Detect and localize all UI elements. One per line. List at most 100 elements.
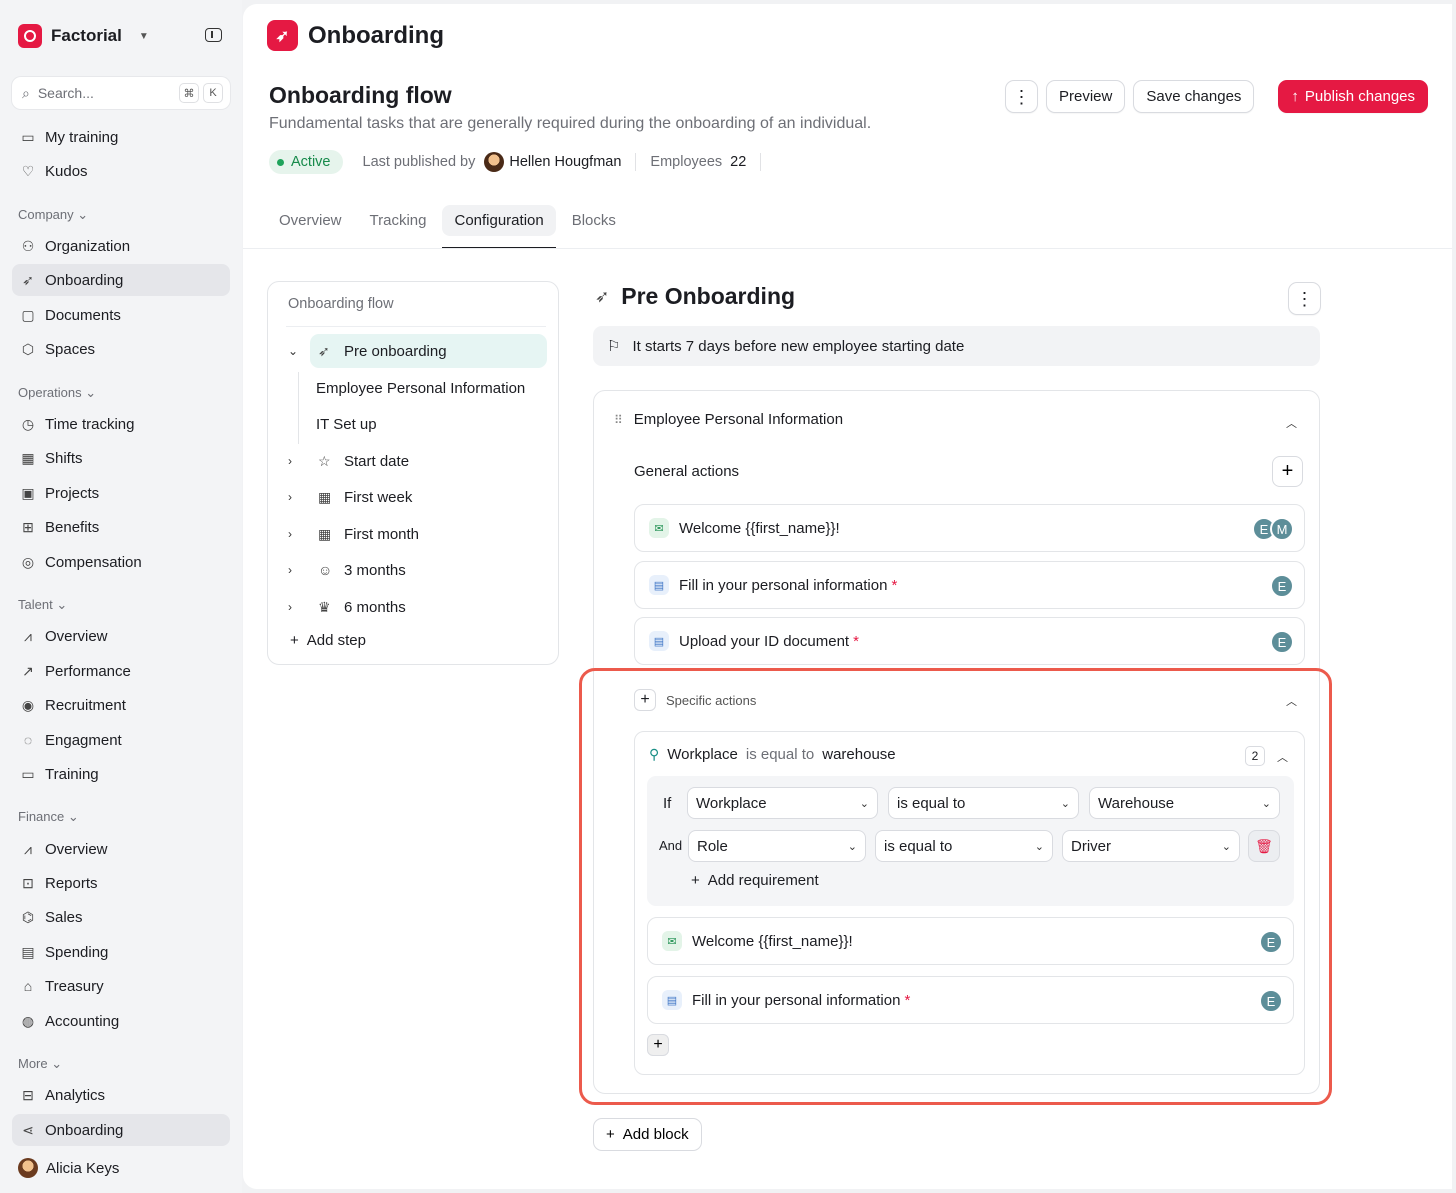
sidebar-item-projects[interactable]: ▣ Projects <box>12 477 230 509</box>
rule-value-select[interactable]: Warehouse ⌄ <box>1089 787 1280 819</box>
sidebar-item-training[interactable]: ▭ Training <box>12 758 230 790</box>
divider <box>760 153 762 171</box>
document-icon: ▤ <box>649 631 669 651</box>
sidebar-item-onboarding[interactable]: ➶ Onboarding <box>12 264 230 296</box>
chevron-right-icon[interactable]: › <box>288 563 306 577</box>
sidebar-item-shifts[interactable]: ▦ Shifts <box>12 442 230 474</box>
sidebar-item-documents[interactable]: ▢ Documents <box>12 299 230 331</box>
tab-configuration[interactable]: Configuration <box>442 204 556 249</box>
magnifier-person-icon: ◉ <box>21 696 35 713</box>
search-input[interactable]: ⌕ Search... ⌘ K <box>12 77 230 109</box>
search-placeholder: Search... <box>37 85 94 101</box>
cube-icon: ⬡ <box>21 340 35 357</box>
divider <box>286 326 546 327</box>
sidebar-item-performance[interactable]: ↗ Performance <box>12 655 230 687</box>
action-item[interactable]: ▤ Upload your ID document * E <box>634 617 1305 665</box>
chevron-right-icon[interactable]: › <box>288 600 306 614</box>
avatar: E <box>1259 930 1283 954</box>
tree-step-first-month[interactable]: › ▦ First month <box>288 517 548 551</box>
chevron-right-icon[interactable]: › <box>288 527 306 541</box>
sidebar-item-finance-overview[interactable]: ⩘ Overview <box>12 833 230 865</box>
tab-blocks[interactable]: Blocks <box>560 204 628 249</box>
tree-step-pre-onboarding[interactable]: ⌄ ➶ Pre onboarding <box>288 334 548 368</box>
add-specific-action-button[interactable]: + <box>634 689 656 711</box>
rule-value-select[interactable]: Driver ⌄ <box>1062 830 1240 862</box>
sidebar-item-spending[interactable]: ▤ Spending <box>12 936 230 968</box>
add-general-action-button[interactable]: + <box>1272 456 1303 487</box>
sidebar-item-engagment[interactable]: ◌ Engagment <box>12 724 230 756</box>
smile-icon: ☺ <box>318 562 333 578</box>
action-item[interactable]: ▤ Fill in your personal information * E <box>634 561 1305 609</box>
sidebar-item-talent-overview[interactable]: ⩘ Overview <box>12 620 230 652</box>
rule-field-select[interactable]: Workplace ⌄ <box>687 787 878 819</box>
sidebar-item-compensation[interactable]: ◎ Compensation <box>12 546 230 578</box>
tree-step-3-months[interactable]: › ☺ 3 months <box>288 553 548 587</box>
sidebar-item-organization[interactable]: ⚇ Organization <box>12 230 230 262</box>
chevron-down-icon[interactable]: ⌄ <box>288 344 306 358</box>
drag-handle-icon[interactable]: ⠿ <box>614 413 623 427</box>
sidebar-item-spaces[interactable]: ⬡ Spaces <box>12 333 230 365</box>
condition-count-badge: 2 <box>1245 746 1265 766</box>
sidebar-item-benefits[interactable]: ⊞ Benefits <box>12 511 230 543</box>
sidebar-section-operations[interactable]: Operations ⌄ <box>18 385 96 401</box>
author[interactable]: Hellen Hougfman <box>484 152 621 172</box>
tab-tracking[interactable]: Tracking <box>358 204 439 249</box>
action-item[interactable]: ▤ Fill in your personal information * E <box>647 976 1294 1024</box>
sidebar-section-finance[interactable]: Finance ⌄ <box>18 809 79 825</box>
assignees: E <box>1270 630 1294 654</box>
chevron-down-icon: ▼ <box>138 30 149 42</box>
sidebar-section-more[interactable]: More ⌄ <box>18 1056 62 1072</box>
condition-card: ⚲ Workplace is equal to warehouse 2 ︿ If… <box>634 731 1305 1075</box>
chevron-up-icon[interactable]: ︿ <box>1286 415 1297 431</box>
add-step-button[interactable]: + Add step <box>290 632 366 649</box>
preview-button[interactable]: Preview <box>1045 80 1126 113</box>
sidebar-item-accounting[interactable]: ◍ Accounting <box>12 1005 230 1037</box>
sidebar-item-kudos[interactable]: ♡ Kudos <box>12 155 230 187</box>
rule-operator-select[interactable]: is equal to ⌄ <box>888 787 1079 819</box>
save-changes-button[interactable]: Save changes <box>1133 80 1255 113</box>
flow-tree: Onboarding flow ⌄ ➶ Pre onboarding Emplo… <box>267 281 559 665</box>
chevron-up-icon[interactable]: ︿ <box>1286 693 1297 709</box>
add-requirement-button[interactable]: + Add requirement <box>691 872 819 889</box>
more-options-button[interactable]: ⋮ <box>1004 80 1038 113</box>
add-block-button[interactable]: + Add block <box>593 1118 702 1151</box>
kbd-key: K <box>203 83 223 103</box>
tree-step-6-months[interactable]: › ♛ 6 months <box>288 590 548 624</box>
tree-step-start-date[interactable]: › ☆ Start date <box>288 444 548 478</box>
brand-switcher[interactable]: Factorial ▼ <box>18 24 149 48</box>
sidebar-item-treasury[interactable]: ⌂ Treasury <box>12 970 230 1002</box>
sidebar-item-recruitment[interactable]: ◉ Recruitment <box>12 689 230 721</box>
publish-changes-button[interactable]: ↑ Publish changes <box>1278 80 1428 113</box>
condition-summary[interactable]: ⚲ Workplace is equal to warehouse <box>649 746 896 763</box>
section-more-button[interactable]: ⋮ <box>1288 282 1321 315</box>
tree-child-it-set-up[interactable]: IT Set up <box>316 416 377 433</box>
user-menu[interactable]: Alicia Keys <box>18 1158 119 1178</box>
delete-rule-button[interactable]: 🗑 <box>1248 830 1280 862</box>
wallet-icon: ▤ <box>21 943 35 960</box>
sidebar-item-analytics[interactable]: ⊟ Analytics <box>12 1079 230 1111</box>
sidebar-collapse-icon[interactable] <box>205 28 222 42</box>
action-item[interactable]: ✉ Welcome {{first_name}}! E M <box>634 504 1305 552</box>
sidebar-item-reports[interactable]: ⊡ Reports <box>12 867 230 899</box>
sidebar-item-time-tracking[interactable]: ◷ Time tracking <box>12 408 230 440</box>
sidebar-item-sales[interactable]: ⌬ Sales <box>12 901 230 933</box>
tree-child-employee-personal-information[interactable]: Employee Personal Information <box>316 380 525 397</box>
rule-operator-select[interactable]: is equal to ⌄ <box>875 830 1053 862</box>
action-item[interactable]: ✉ Welcome {{first_name}}! E <box>647 917 1294 965</box>
chevron-right-icon[interactable]: › <box>288 490 306 504</box>
analytics-icon: ⊟ <box>22 1086 34 1103</box>
sidebar-item-onboarding-more[interactable]: ⋖ Onboarding <box>12 1114 230 1146</box>
status-badge: Active <box>269 150 343 174</box>
sidebar-section-talent[interactable]: Talent ⌄ <box>18 597 67 613</box>
chevron-down-icon: ⌄ <box>1261 797 1271 810</box>
chevron-up-icon[interactable]: ︿ <box>1277 749 1288 765</box>
sidebar-item-my-training[interactable]: ▭ My training <box>12 121 230 153</box>
rule-field-select[interactable]: Role ⌄ <box>688 830 866 862</box>
add-conditional-action-button[interactable]: + <box>647 1034 669 1056</box>
sidebar-section-company[interactable]: Company ⌄ <box>18 207 88 223</box>
chevron-right-icon[interactable]: › <box>288 454 306 468</box>
tabs-divider <box>243 248 1452 249</box>
tree-step-first-week[interactable]: › ▦ First week <box>288 480 548 514</box>
chat-heart-icon: ◌ <box>23 732 33 748</box>
tab-overview[interactable]: Overview <box>267 204 354 249</box>
